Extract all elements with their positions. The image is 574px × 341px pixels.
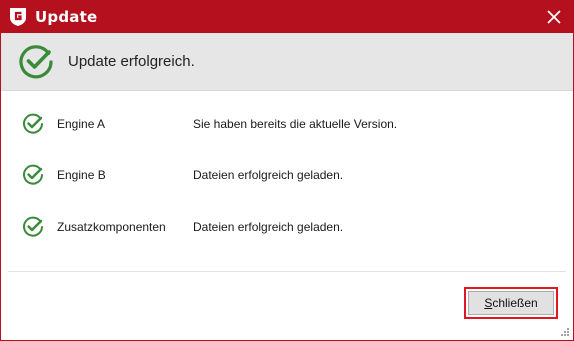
component-status: Dateien erfolgreich geladen. xyxy=(193,220,344,234)
gdata-logo-icon xyxy=(8,7,28,27)
status-message: Update erfolgreich. xyxy=(68,53,195,70)
success-check-icon xyxy=(23,113,43,134)
status-banner: Update erfolgreich. xyxy=(1,33,573,91)
component-status: Sie haben bereits die aktuelle Version. xyxy=(193,117,398,131)
list-item: Zusatzkomponenten Dateien erfolgreich ge… xyxy=(1,215,573,239)
component-name: Zusatzkomponenten xyxy=(57,220,166,234)
title-bar: Update xyxy=(1,1,573,33)
update-dialog: Update Update erfolgreich. Engine A Sie … xyxy=(0,0,574,341)
list-item: Engine B Dateien erfolgreich geladen. xyxy=(1,163,573,187)
resize-grip-icon[interactable] xyxy=(560,327,570,337)
close-icon[interactable] xyxy=(544,7,564,27)
close-button[interactable]: Schließen xyxy=(468,291,554,315)
divider xyxy=(8,271,566,272)
success-check-icon xyxy=(23,164,43,185)
component-name: Engine A xyxy=(57,117,106,131)
success-check-icon xyxy=(23,216,43,237)
list-item: Engine A Sie haben bereits die aktuelle … xyxy=(1,112,573,136)
close-button-mnemonic: S xyxy=(484,296,493,310)
component-name: Engine B xyxy=(57,168,106,182)
component-status: Dateien erfolgreich geladen. xyxy=(193,168,344,182)
success-check-icon xyxy=(19,44,53,78)
focus-highlight: Schließen xyxy=(464,287,558,319)
close-button-label: chließen xyxy=(492,296,538,310)
window-title: Update xyxy=(35,8,98,26)
